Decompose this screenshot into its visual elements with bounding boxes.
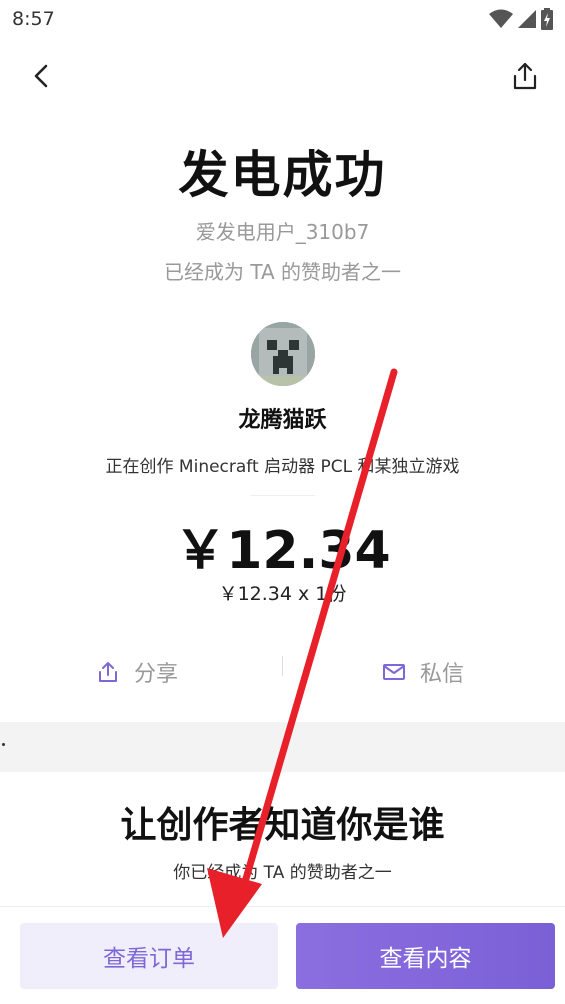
creator-description: 正在创作 Minecraft 启动器 PCL 和某独立游戏 <box>105 457 460 477</box>
mail-icon <box>383 664 405 680</box>
top-nav <box>0 48 565 104</box>
share-button[interactable] <box>507 58 543 94</box>
message-action-button[interactable]: 私信 <box>382 656 464 688</box>
section-subtitle: 你已经成为 TA 的赞助者之一 <box>173 863 392 883</box>
view-orders-button[interactable]: 查看订单 <box>20 923 278 989</box>
chevron-left-icon <box>34 64 48 88</box>
payment-detail: ￥12.34 x 1份 <box>218 583 347 605</box>
supporter-username: 爱发电用户_310b7 <box>195 220 370 244</box>
creator-name[interactable]: 龙腾猫跃 <box>0 402 565 434</box>
wifi-icon <box>489 9 513 33</box>
section-separator <box>0 722 565 772</box>
divider <box>251 495 315 496</box>
view-content-button[interactable]: 查看内容 <box>296 923 555 989</box>
status-bar: 8:57 <box>0 0 565 40</box>
payment-amount: ￥12.34 <box>174 521 391 581</box>
creator-avatar[interactable] <box>251 322 315 386</box>
action-row: 分享 私信 <box>0 648 565 698</box>
bottom-action-bar: 查看订单 查看内容 <box>0 906 565 1004</box>
battery-charging-icon <box>541 8 553 34</box>
separator-dot <box>2 743 5 746</box>
status-icons <box>489 8 553 34</box>
share-action-button[interactable]: 分享 <box>96 656 178 688</box>
share-icon <box>99 662 117 682</box>
cellular-signal-icon <box>517 9 537 33</box>
action-separator <box>282 656 283 676</box>
message-label: 私信 <box>420 662 465 687</box>
share-upload-icon <box>513 62 537 90</box>
status-time: 8:57 <box>12 8 55 30</box>
share-label: 分享 <box>134 662 179 687</box>
supporter-status: 已经成为 TA 的赞助者之一 <box>163 260 402 284</box>
section-title: 让创作者知道你是谁 <box>120 805 445 846</box>
page-title: 发电成功 <box>178 146 387 204</box>
back-button[interactable] <box>24 58 60 94</box>
